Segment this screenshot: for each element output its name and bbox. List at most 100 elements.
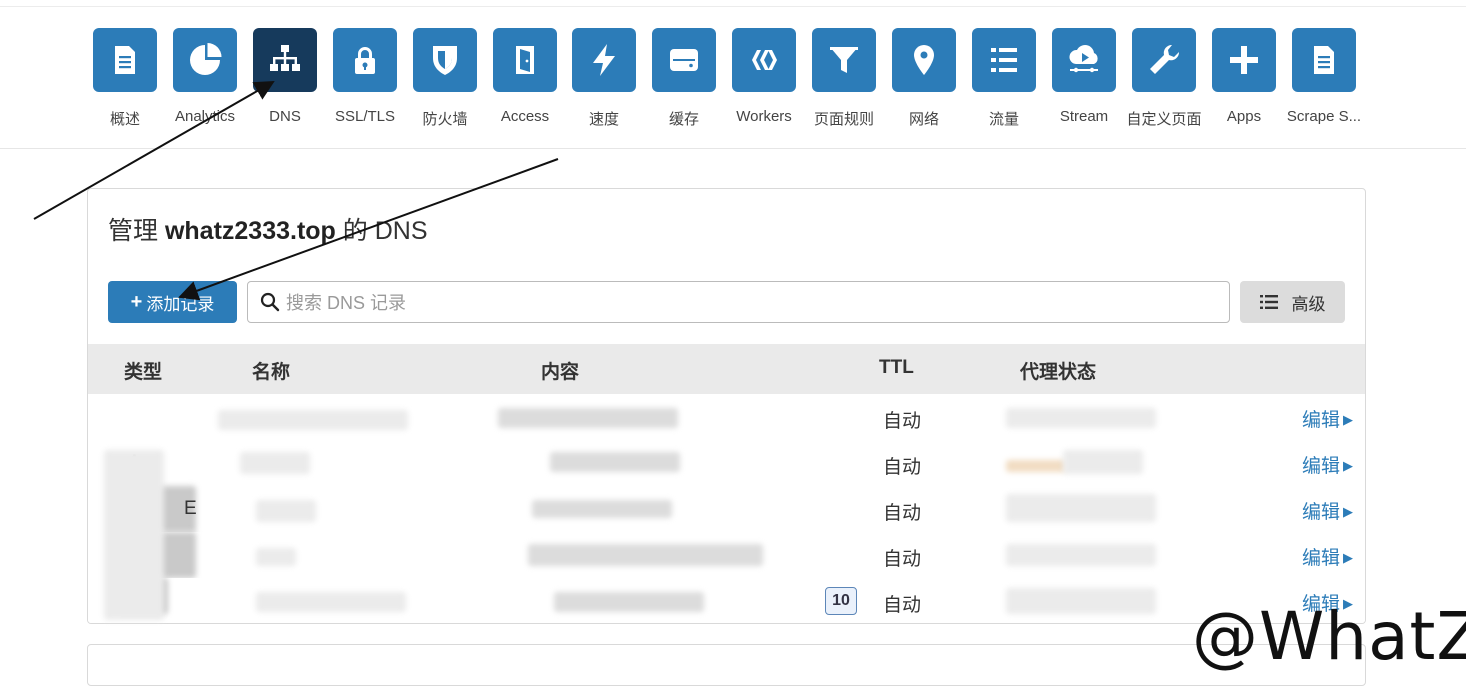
- nav-tab-apps[interactable]: Apps: [1204, 28, 1284, 125]
- nav-label: Scrape S...: [1286, 108, 1362, 125]
- redacted-name: [256, 592, 406, 612]
- document-icon: [115, 46, 135, 74]
- table-row[interactable]: A 自动 编辑▶: [88, 440, 1365, 487]
- edit-link[interactable]: 编辑 ▶: [1302, 543, 1353, 570]
- nav-tab-dns[interactable]: DNS: [245, 28, 325, 125]
- record-ttl: 自动: [883, 457, 922, 478]
- redacted-name: [256, 500, 316, 522]
- nav-tile[interactable]: [972, 28, 1036, 92]
- column-name[interactable]: 名称: [252, 357, 290, 384]
- column-ttl[interactable]: TTL: [879, 357, 914, 379]
- nav-tab-access[interactable]: Access: [485, 28, 565, 125]
- nav-tab-[interactable]: 缓存: [644, 28, 724, 129]
- table-row[interactable]: 自动 编辑 ▶: [88, 532, 1365, 579]
- column-content[interactable]: 内容: [541, 357, 579, 384]
- nav-label: Apps: [1226, 108, 1262, 125]
- nav-tile[interactable]: [93, 28, 157, 92]
- record-ttl: 自动: [883, 549, 922, 570]
- nav-tile[interactable]: [253, 28, 317, 92]
- storage-icon: [670, 49, 698, 71]
- nav-tile[interactable]: [572, 28, 636, 92]
- network-icon: [270, 45, 300, 71]
- nav-tile[interactable]: [1292, 28, 1356, 92]
- redacted-proxy-status: [1006, 460, 1066, 472]
- domain-name: whatz2333.top: [164, 217, 336, 245]
- nav-tile[interactable]: [812, 28, 876, 92]
- workers-icon: [752, 50, 777, 70]
- edit-link[interactable]: 编辑 ▶: [1302, 405, 1353, 432]
- nav-tab-[interactable]: 自定义页面: [1124, 28, 1204, 129]
- nav-tab-stream[interactable]: Stream: [1044, 28, 1124, 125]
- nav-tile[interactable]: [493, 28, 557, 92]
- wrench-icon: [1150, 44, 1180, 74]
- search-icon: [260, 292, 280, 312]
- nav-tile[interactable]: [892, 28, 956, 92]
- nav-tile[interactable]: [732, 28, 796, 92]
- search-input[interactable]: [284, 282, 1218, 324]
- nav-label: 页面规则: [813, 111, 874, 128]
- nav-label: 自定义页面: [1126, 111, 1202, 128]
- plus-icon: [1230, 46, 1258, 74]
- record-ttl: 自动: [883, 595, 922, 616]
- nav-tile[interactable]: [413, 28, 477, 92]
- shield-icon: [433, 46, 457, 75]
- nav-tab-[interactable]: 防火墙: [405, 28, 485, 129]
- nav-tab-[interactable]: 速度: [564, 28, 644, 129]
- list-icon: [1259, 295, 1278, 309]
- nav-tile[interactable]: [173, 28, 237, 92]
- nav-tab-scrape-s[interactable]: Scrape S...: [1284, 28, 1364, 125]
- table-row[interactable]: E 自动 编辑 ▶: [88, 486, 1365, 533]
- dns-search-box[interactable]: [247, 281, 1230, 324]
- redacted-content: [550, 452, 680, 472]
- nav-label: 速度: [588, 111, 619, 128]
- nav-tab-ssl-tls[interactable]: SSL/TLS: [325, 28, 405, 125]
- record-ttl: 自动: [883, 503, 922, 524]
- redacted-content: [498, 408, 678, 428]
- nav-label: Access: [500, 108, 550, 125]
- nav-tab-[interactable]: 网络: [884, 28, 964, 129]
- document-icon: [1314, 46, 1334, 74]
- column-type[interactable]: 类型: [124, 357, 162, 384]
- door-icon: [516, 46, 534, 74]
- top-navigation: 概述 Analytics DNS SSL/TLS 防火墙 Access 速度 缓存 Worker…: [0, 0, 1466, 149]
- nav-tab-workers[interactable]: Workers: [724, 28, 804, 125]
- record-type: E: [184, 498, 197, 519]
- nav-label: Analytics: [174, 108, 236, 125]
- nav-tab-analytics[interactable]: Analytics: [165, 28, 245, 125]
- nav-tile[interactable]: [1052, 28, 1116, 92]
- location-pin-icon: [914, 45, 934, 75]
- redacted-proxy-status: [1006, 408, 1156, 428]
- pie-chart-icon: [190, 43, 222, 75]
- nav-label: Workers: [736, 108, 792, 125]
- table-row[interactable]: 自动 编辑 ▶: [88, 394, 1365, 441]
- top-divider: [0, 6, 1466, 7]
- nav-tile[interactable]: [652, 28, 716, 92]
- table-row[interactable]: 10 自动 编辑 ▶: [88, 578, 1365, 623]
- nav-label: 缓存: [668, 111, 699, 128]
- nav-label: 防火墙: [422, 111, 468, 128]
- watermark: @WhatZ: [1192, 598, 1466, 675]
- nav-tab-[interactable]: 流量: [964, 28, 1044, 129]
- nav-label: 网络: [908, 111, 939, 128]
- lightning-icon: [593, 44, 615, 76]
- advanced-button[interactable]: 高级: [1240, 281, 1345, 323]
- edit-link[interactable]: 编辑 ▶: [1302, 497, 1353, 524]
- ttl-badge: 10: [825, 587, 857, 615]
- nav-tab-[interactable]: 页面规则: [804, 28, 884, 129]
- nav-tile[interactable]: [1212, 28, 1276, 92]
- nav-tile[interactable]: [1132, 28, 1196, 92]
- lock-icon: [355, 47, 375, 74]
- record-ttl: 自动: [883, 411, 922, 432]
- edit-link[interactable]: 编辑 ▶: [1302, 451, 1353, 478]
- nav-tile[interactable]: [333, 28, 397, 92]
- column-proxy-status[interactable]: 代理状态: [1020, 357, 1096, 384]
- table-header: 类型 名称 内容 TTL 代理状态: [88, 344, 1365, 394]
- page-title: 管理 whatz2333.top 的 DNS: [108, 217, 428, 245]
- nav-label: 概述: [109, 111, 140, 128]
- redacted-proxy-status: [1006, 494, 1156, 522]
- add-record-button[interactable]: + 添加记录: [108, 281, 237, 323]
- redacted-column-overlay: [104, 450, 164, 620]
- nav-tab-[interactable]: 概述: [85, 28, 165, 129]
- nav-label: DNS: [269, 108, 301, 125]
- redacted-proxy-status: [1006, 588, 1156, 614]
